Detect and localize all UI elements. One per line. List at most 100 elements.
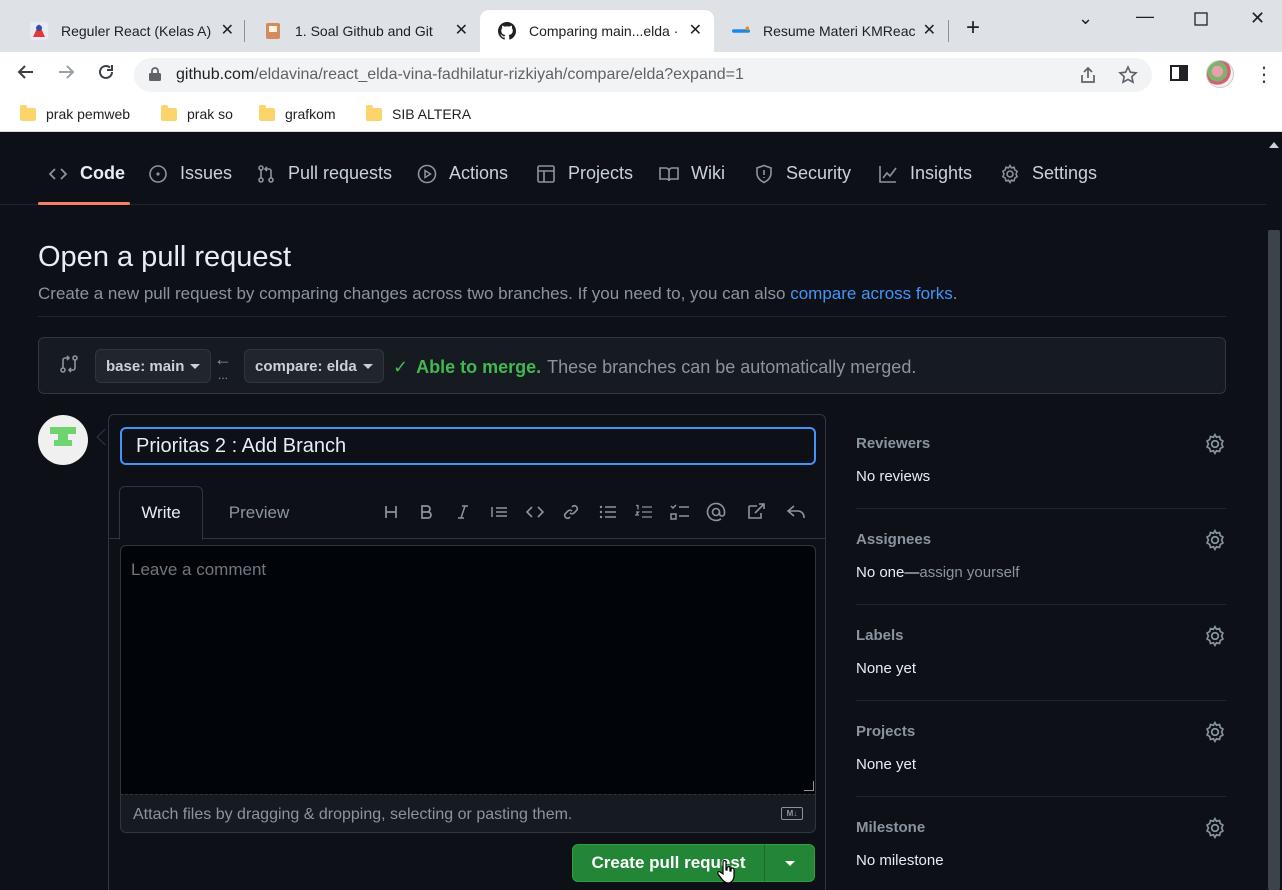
tab-wiki[interactable]: Wiki <box>659 163 725 184</box>
compare-across-forks-link[interactable]: compare across forks <box>790 284 953 303</box>
tab-insights[interactable]: Insights <box>878 163 972 184</box>
labels-label[interactable]: Labels <box>856 627 904 644</box>
base-branch-select[interactable]: base: main <box>95 349 212 383</box>
merge-ok-text: Able to merge. <box>416 357 542 377</box>
github-icon <box>498 22 516 40</box>
reply-icon[interactable] <box>784 500 808 524</box>
tab-label: Pull requests <box>288 163 393 183</box>
merge-detail-text: These branches can be automatically merg… <box>547 357 917 377</box>
browser-tab[interactable]: Reguler React (Kelas A) ✕ <box>12 10 246 52</box>
tab-actions[interactable]: Actions <box>417 163 508 184</box>
scroll-up-icon[interactable] <box>1269 142 1279 148</box>
close-icon[interactable]: ✕ <box>689 22 702 40</box>
task-list-icon[interactable] <box>668 500 692 524</box>
bookmark-folder[interactable]: SIB ALTERA <box>366 104 471 122</box>
tab-code[interactable]: Code <box>48 163 125 184</box>
link-icon[interactable] <box>559 500 583 524</box>
scrollbar-thumb[interactable] <box>1268 230 1280 890</box>
git-compare-icon <box>60 355 78 373</box>
file-attachment-bar[interactable]: Attach files by dragging & dropping, sel… <box>120 794 816 833</box>
resize-handle[interactable] <box>804 781 814 791</box>
tab-security[interactable]: Security <box>754 163 851 184</box>
browser-tab[interactable]: Resume Materi KMReact ✕ <box>714 10 948 52</box>
tab-issues[interactable]: Issues <box>148 163 232 184</box>
assignees-label[interactable]: Assignees <box>856 531 931 548</box>
editor-tabs: Write Preview <box>109 486 825 540</box>
tab-title: Reguler React (Kelas A) <box>61 23 212 39</box>
labels-value: None yet <box>856 660 917 677</box>
subtitle-text: Create a new pull request by comparing c… <box>38 284 791 303</box>
pull-request-icon <box>256 164 276 184</box>
ordered-list-icon[interactable] <box>632 500 656 524</box>
gear-icon[interactable] <box>1204 433 1226 455</box>
comment-textarea[interactable] <box>120 545 816 795</box>
milestone-value: No milestone <box>856 852 944 869</box>
minimize-icon[interactable]: — <box>1136 6 1154 27</box>
pr-composer: Write Preview Attach files by dragging &… <box>108 414 826 890</box>
projects-label[interactable]: Projects <box>856 723 915 740</box>
tab-pull-requests[interactable]: Pull requests <box>256 163 392 184</box>
side-panel-icon[interactable] <box>1170 64 1188 87</box>
create-pull-request-button[interactable]: Create pull request <box>572 844 765 882</box>
bold-icon[interactable] <box>414 500 438 524</box>
browser-tab-active[interactable]: Comparing main...elda · eldavina/react_e… <box>480 10 714 52</box>
tab-divider <box>948 20 949 42</box>
code-icon[interactable] <box>523 500 547 524</box>
projects-value: None yet <box>856 756 917 773</box>
tab-settings[interactable]: Settings <box>1000 163 1097 184</box>
compare-branch-select[interactable]: compare: elda <box>244 349 384 383</box>
milestone-label[interactable]: Milestone <box>856 819 925 836</box>
tab-preview[interactable]: Preview <box>217 486 301 539</box>
share-icon[interactable] <box>1078 65 1098 90</box>
quote-icon[interactable] <box>487 500 511 524</box>
tab-label: Settings <box>1032 163 1098 183</box>
lock-icon[interactable] <box>148 66 162 82</box>
window-close-icon[interactable]: ✕ <box>1250 8 1265 29</box>
italic-icon[interactable] <box>451 500 475 524</box>
sidebar-reviewers: Reviewers No reviews <box>856 413 1226 509</box>
bookmark-star-icon[interactable] <box>1118 65 1138 90</box>
tab-label: Code <box>80 163 125 183</box>
markdown-icon[interactable]: M↓ <box>781 807 803 820</box>
create-options-dropdown-button[interactable] <box>764 844 815 882</box>
tab-title: Comparing main...elda · eldavina/react_e… <box>529 23 681 39</box>
pr-title-input[interactable] <box>120 427 816 465</box>
cross-reference-icon[interactable] <box>744 500 768 524</box>
mention-icon[interactable] <box>704 500 728 524</box>
profile-avatar[interactable] <box>1206 60 1234 88</box>
close-icon[interactable]: ✕ <box>923 22 936 40</box>
user-avatar[interactable] <box>38 415 88 465</box>
close-icon[interactable]: ✕ <box>221 22 234 40</box>
folder-icon <box>161 104 177 121</box>
bookmark-folder[interactable]: prak so <box>161 104 233 122</box>
forward-icon[interactable] <box>56 62 76 88</box>
more-menu-icon[interactable]: ⋮ <box>1254 62 1274 87</box>
bookmark-folder[interactable]: prak pemweb <box>20 104 130 122</box>
tab-projects[interactable]: Projects <box>536 163 633 184</box>
bookmarks-bar: prak pemweb prak so grafkom SIB ALTERA <box>0 98 1282 132</box>
back-icon[interactable] <box>16 62 36 88</box>
bookmark-folder[interactable]: grafkom <box>259 104 336 122</box>
gear-icon[interactable] <box>1204 529 1226 551</box>
github-page: Code Issues Pull requests Actions Projec… <box>0 133 1266 890</box>
browser-tab[interactable]: 1. Soal Github and Git ✕ <box>246 10 480 52</box>
gear-icon[interactable] <box>1204 721 1226 743</box>
heading-icon[interactable] <box>379 500 403 524</box>
page-title: Open a pull request <box>38 241 292 273</box>
tab-search-icon[interactable]: ⌄ <box>1078 8 1093 29</box>
gear-icon[interactable] <box>1204 625 1226 647</box>
url-text[interactable]: github.com/eldavina/react_elda-vina-fadh… <box>176 66 744 84</box>
reload-icon[interactable] <box>96 62 116 88</box>
new-tab-icon[interactable]: + <box>966 16 980 40</box>
reviewers-label[interactable]: Reviewers <box>856 435 930 452</box>
tab-label: Actions <box>449 163 509 183</box>
gear-icon[interactable] <box>1204 817 1226 839</box>
maximize-icon[interactable] <box>1194 10 1208 31</box>
unordered-list-icon[interactable] <box>596 500 620 524</box>
tab-write[interactable]: Write <box>119 486 203 540</box>
close-icon[interactable]: ✕ <box>455 22 468 40</box>
address-bar[interactable]: github.com/eldavina/react_elda-vina-fadh… <box>134 58 1152 92</box>
assign-yourself-link[interactable]: assign yourself <box>919 564 1019 581</box>
browser-toolbar: github.com/eldavina/react_elda-vina-fadh… <box>0 52 1282 98</box>
play-icon <box>417 164 437 184</box>
